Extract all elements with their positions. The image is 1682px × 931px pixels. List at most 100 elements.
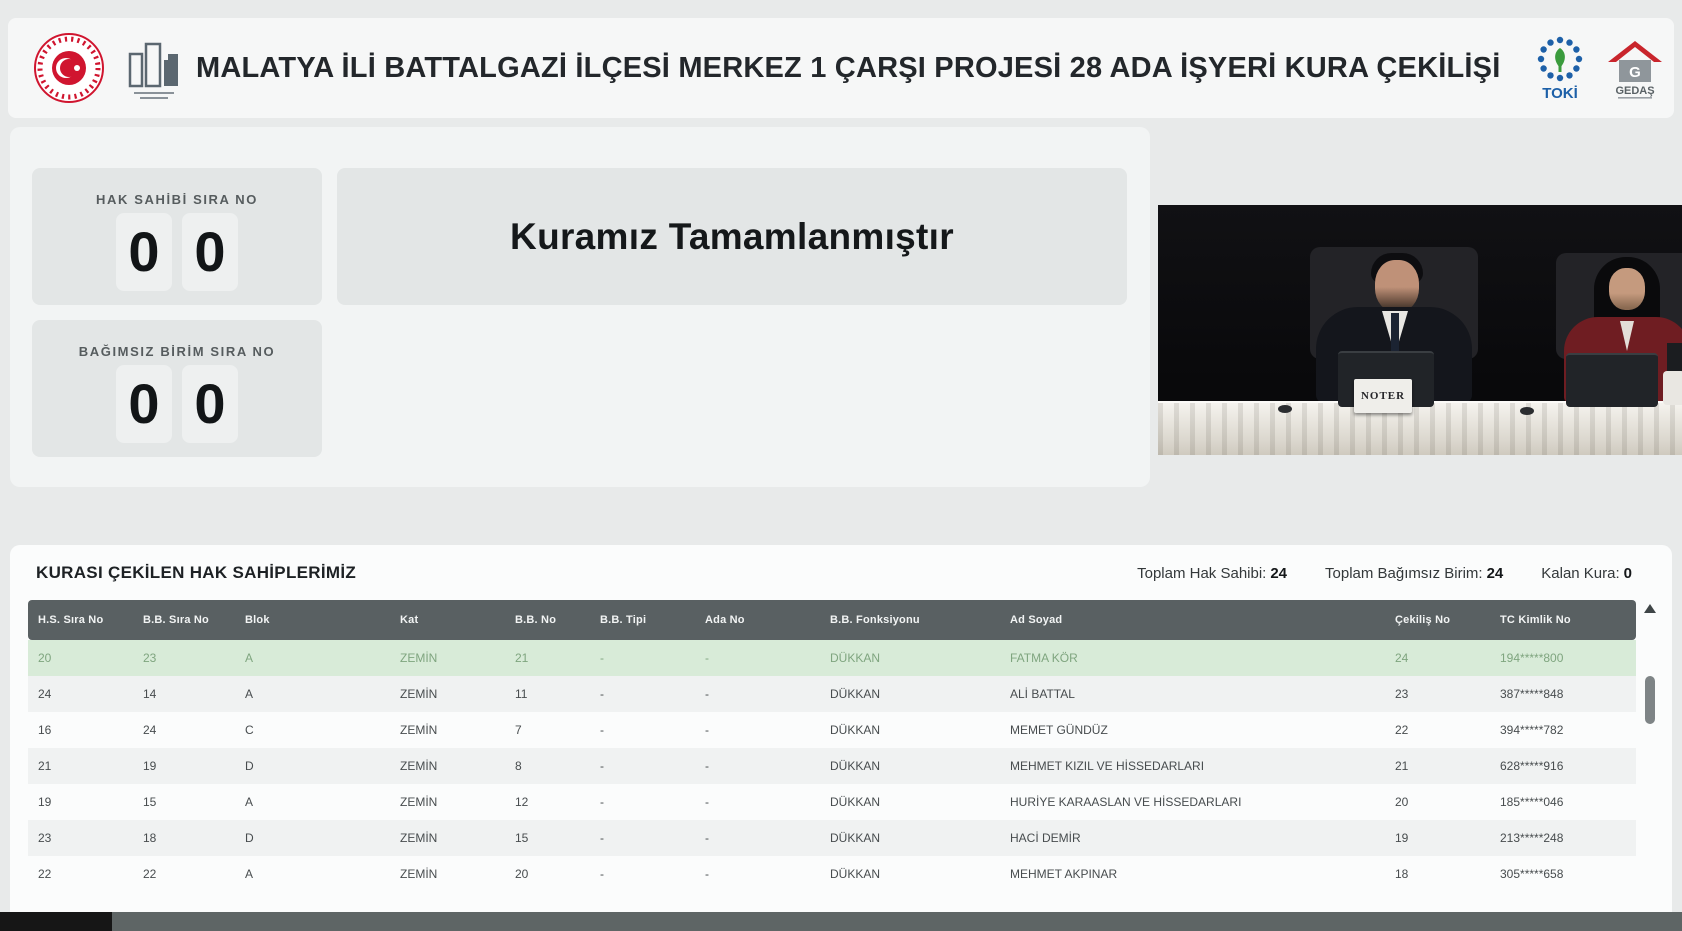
table-cell: 7 [515,723,522,737]
table-cell: 12 [515,795,529,809]
table-cell: 20 [515,867,529,881]
table-cell: DÜKKAN [830,831,881,845]
digit-box: 0 [116,365,172,443]
table-cell: A [245,687,254,701]
table-cell: 194*****800 [1500,651,1564,665]
table-cell: 19 [38,795,52,809]
laptop-right [1566,353,1658,407]
table-cell: 14 [143,687,157,701]
table-cell: ZEMİN [400,759,438,773]
table-cell: 305*****658 [1500,867,1564,881]
announcement-banner: Kuramız Tamamlanmıştır [337,168,1127,305]
table-cell: 15 [515,831,529,845]
stat-item: Toplam Bağımsız Birim: 24 [1325,565,1504,582]
counter-bagimsiz-birim: BAĞIMSIZ BİRİM SIRA NO 0 0 [32,320,322,457]
table-cell: A [245,795,254,809]
table-cell: DÜKKAN [830,687,881,701]
table-cell: - [705,831,709,845]
table-cell: 22 [143,867,157,881]
stat-item: Kalan Kura: 0 [1541,565,1632,582]
woman-face [1609,268,1645,310]
table-cell: 23 [143,651,157,665]
table-cell: - [705,651,709,665]
counter-digits: 0 0 [32,365,322,443]
table-cell: 18 [1395,867,1409,881]
table-cell: - [705,759,709,773]
table-cell: - [600,687,604,701]
table-row: 22 22 A ZEMİN 20 - - DÜKKAN MEHMET AKPINAR 18 305*… [28,856,1636,892]
table-cell: DÜKKAN [830,867,881,881]
man-tie [1391,313,1399,355]
table-cell: - [600,867,604,881]
table-cell: DÜKKAN [830,759,881,773]
table-cell: - [705,867,709,881]
table-cell: 21 [1395,759,1409,773]
table-scrollbar[interactable] [1644,600,1656,931]
table-cell: 21 [38,759,52,773]
table-cell: - [705,723,709,737]
computer-mouse-left [1278,405,1292,413]
computer-mouse-right [1520,407,1534,415]
table-cell: 15 [143,795,157,809]
column-header: Blok [245,614,270,626]
table-cell: MEMET GÜNDÜZ [1010,723,1108,737]
table-cell: 8 [515,759,522,773]
table-row: 19 15 A ZEMİN 12 - - DÜKKAN HURİYE KARAASLAN VE … [28,784,1636,820]
table-cell: 18 [143,831,157,845]
gedas-logo-icon: G GEDAŞ [1604,36,1666,102]
table-cell: MEHMET AKPINAR [1010,867,1118,881]
horizontal-scrollbar[interactable] [0,912,1682,931]
man-face [1375,260,1419,312]
table-cell: 24 [143,723,157,737]
table-cell: ALİ BATTAL [1010,687,1075,701]
table-cell: 20 [38,651,52,665]
toki-logo-text: TOKİ [1542,85,1578,102]
table-cell: ZEMİN [400,723,438,737]
digit-box: 0 [182,213,238,291]
table-cell: 213*****248 [1500,831,1564,845]
scrollbar-thumb[interactable] [1645,676,1655,724]
column-header: H.S. Sıra No [38,614,104,626]
table-cell: 22 [1395,723,1409,737]
table-cell: 11 [515,687,528,701]
table-cell: - [600,795,604,809]
paper-roll [1663,371,1682,405]
stat-item: Toplam Hak Sahibi: 24 [1137,565,1288,582]
table-cell: C [245,723,254,737]
svg-text:G: G [1629,64,1641,81]
horizontal-scrollbar-thumb[interactable] [0,912,112,931]
draw-panel: HAK SAHİBİ SIRA NO 0 0 Kuramız Tamamlanm… [10,127,1150,487]
counter-label: BAĞIMSIZ BİRİM SIRA NO [78,344,276,359]
column-header: Kat [400,614,419,626]
table-cloth [1158,401,1682,455]
counter-digits: 0 0 [32,213,322,291]
table-row: 16 24 C ZEMİN 7 - - DÜKKAN MEMET GÜNDÜZ 22 394****… [28,712,1636,748]
table-cell: HURİYE KARAASLAN VE HİSSEDARLARI [1010,795,1242,809]
laptop-edge [1667,343,1682,371]
table-row: 23 18 D ZEMİN 15 - - DÜKKAN HACİ DEMİR 19 213*****… [28,820,1636,856]
table-cell: 185*****046 [1500,795,1564,809]
table-cell: ZEMİN [400,651,438,665]
table-cell: 628*****916 [1500,759,1564,773]
announcement-text: Kuramız Tamamlanmıştır [510,215,954,257]
table-cell: DÜKKAN [830,723,881,737]
column-header: Ad Soyad [1010,614,1063,626]
table-cell: DÜKKAN [830,651,881,665]
scroll-up-icon[interactable] [1644,604,1656,613]
table-cell: 21 [515,651,529,665]
table-row: 24 14 A ZEMİN 11 - - DÜKKAN ALİ BATTAL 23 387*****… [28,676,1636,712]
column-header: TC Kimlik No [1500,614,1571,626]
column-header: B.B. Tipi [600,614,647,626]
table-cell: A [245,867,254,881]
table-cell: - [600,831,604,845]
page-title: MALATYA İLİ BATTALGAZİ İLÇESİ MERKEZ 1 Ç… [196,51,1501,84]
table-cell: 394*****782 [1500,723,1564,737]
table-cell: - [600,723,604,737]
table-cell: 19 [1395,831,1409,845]
table-cell: - [705,687,709,701]
table-cell: 387*****848 [1500,687,1564,701]
results-card: KURASI ÇEKİLEN HAK SAHİPLERİMİZ Toplam H… [10,545,1672,931]
table-row: 21 19 D ZEMİN 8 - - DÜKKAN MEHMET KIZIL VE HİSSE… [28,748,1636,784]
toki-logo-icon: TOKİ [1534,34,1586,104]
table-cell: ZEMİN [400,867,438,881]
